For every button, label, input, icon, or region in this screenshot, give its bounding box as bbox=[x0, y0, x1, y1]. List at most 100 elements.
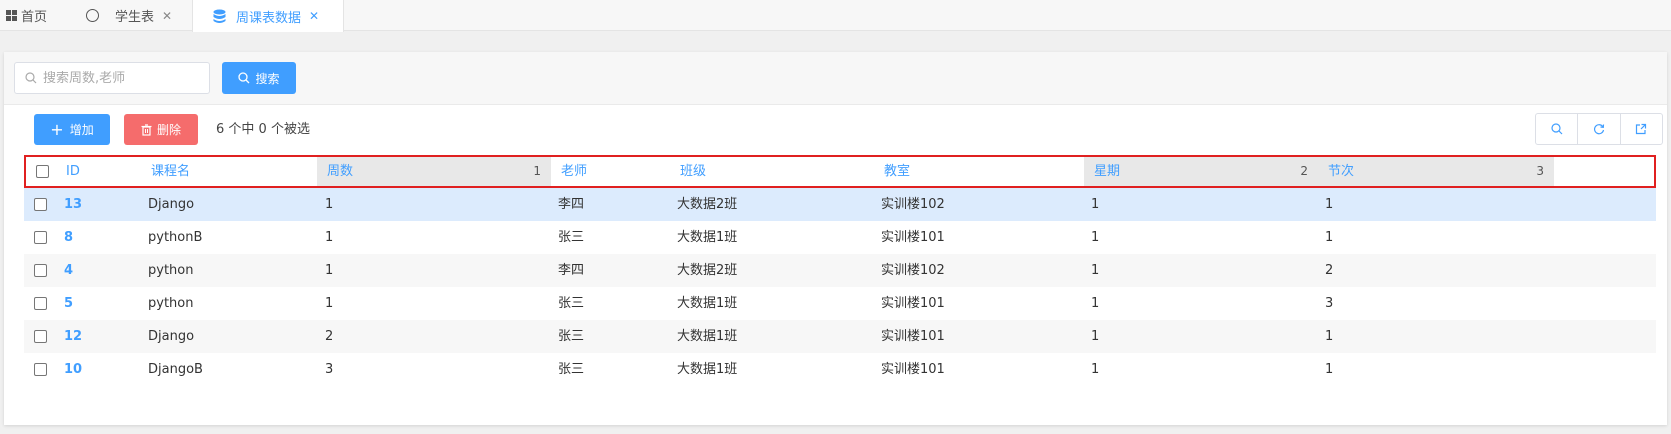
cell-id[interactable]: 4 bbox=[64, 254, 73, 287]
column-header-period[interactable]: 节次 3 bbox=[1318, 157, 1554, 186]
cell-class: 大数据2班 bbox=[677, 263, 738, 278]
search-input[interactable] bbox=[43, 70, 193, 86]
close-icon[interactable]: ✕ bbox=[162, 9, 172, 23]
filter-search-button[interactable] bbox=[1536, 114, 1579, 144]
cell-course: Django bbox=[148, 329, 195, 344]
table-body: 13 Django 1 李四 大数据2班 实训楼102 1 1 8 pythonB 1 张三 大数据1班… bbox=[24, 188, 1656, 386]
table-header: ID 课程名 周数 1 老师 班级 教室 星期 2 节次 3 bbox=[24, 155, 1656, 188]
cell-id[interactable]: 13 bbox=[64, 188, 82, 221]
cell-period: 1 bbox=[1325, 362, 1334, 377]
database-icon bbox=[213, 9, 226, 23]
search-area: 搜索 bbox=[4, 52, 1667, 105]
cell-course: DjangoB bbox=[148, 362, 203, 377]
cell-room: 实训楼101 bbox=[881, 362, 945, 377]
cell-weekday: 1 bbox=[1091, 230, 1100, 245]
grid-icon bbox=[6, 10, 17, 21]
cell-teacher: 李四 bbox=[558, 263, 585, 278]
cell-period: 1 bbox=[1325, 230, 1334, 245]
main-panel: 搜索 + 增加 删除 6 个中 0 个被选 bbox=[4, 52, 1667, 425]
table-row[interactable]: 10 DjangoB 3 张三 大数据1班 实训楼101 1 1 bbox=[24, 353, 1656, 386]
cell-weekday: 1 bbox=[1091, 197, 1100, 212]
column-header-weekday[interactable]: 星期 2 bbox=[1084, 157, 1318, 186]
cell-period: 3 bbox=[1325, 296, 1334, 311]
row-checkbox[interactable] bbox=[34, 330, 47, 343]
row-checkbox[interactable] bbox=[34, 363, 47, 376]
tab-students[interactable]: 学生表 ✕ bbox=[86, 0, 172, 31]
cell-weekday: 1 bbox=[1091, 296, 1100, 311]
add-button[interactable]: + 增加 bbox=[34, 114, 110, 145]
column-header-class[interactable]: 班级 bbox=[670, 157, 870, 186]
cell-id[interactable]: 12 bbox=[64, 320, 82, 353]
cell-period: 2 bbox=[1325, 263, 1334, 278]
cell-room: 实训楼101 bbox=[881, 230, 945, 245]
export-button[interactable] bbox=[1621, 114, 1662, 144]
tab-bar: 首页 学生表 ✕ 周课表数据 ✕ bbox=[0, 0, 1671, 32]
table-row[interactable]: 4 python 1 李四 大数据2班 实训楼102 1 2 bbox=[24, 254, 1656, 287]
cell-class: 大数据1班 bbox=[677, 230, 738, 245]
cell-course: python bbox=[148, 263, 194, 278]
tab-weekly-schedule[interactable]: 周课表数据 ✕ bbox=[192, 0, 344, 32]
refresh-icon bbox=[1593, 124, 1605, 135]
export-icon bbox=[1636, 123, 1647, 135]
search-field[interactable] bbox=[14, 62, 210, 94]
sort-order-badge: 3 bbox=[1536, 164, 1544, 178]
table-tools bbox=[1535, 113, 1663, 145]
plus-icon: + bbox=[50, 119, 64, 139]
cell-room: 实训楼102 bbox=[881, 263, 945, 278]
row-checkbox[interactable] bbox=[34, 297, 47, 310]
cell-class: 大数据1班 bbox=[677, 362, 738, 377]
trash-icon bbox=[141, 123, 152, 136]
select-all-checkbox[interactable] bbox=[36, 165, 49, 178]
cell-period: 1 bbox=[1325, 329, 1334, 344]
sort-order-badge: 2 bbox=[1300, 164, 1308, 178]
cell-weekday: 1 bbox=[1091, 329, 1100, 344]
search-button[interactable]: 搜索 bbox=[222, 62, 296, 94]
cell-teacher: 张三 bbox=[558, 329, 585, 344]
table-row[interactable]: 5 python 1 张三 大数据1班 实训楼101 1 3 bbox=[24, 287, 1656, 320]
cell-class: 大数据2班 bbox=[677, 197, 738, 212]
tab-home[interactable]: 首页 bbox=[6, 0, 47, 31]
cell-id[interactable]: 5 bbox=[64, 287, 73, 320]
search-icon bbox=[25, 72, 37, 84]
cell-room: 实训楼102 bbox=[881, 197, 945, 212]
row-checkbox[interactable] bbox=[34, 264, 47, 277]
cell-week: 1 bbox=[325, 230, 334, 245]
row-checkbox[interactable] bbox=[34, 231, 47, 244]
tab-home-label: 首页 bbox=[21, 10, 48, 25]
cell-weekday: 1 bbox=[1091, 263, 1100, 278]
cell-class: 大数据1班 bbox=[677, 329, 738, 344]
cell-class: 大数据1班 bbox=[677, 296, 738, 311]
cell-course: Django bbox=[148, 197, 195, 212]
cell-teacher: 张三 bbox=[558, 230, 585, 245]
cell-teacher: 张三 bbox=[558, 362, 585, 377]
cell-period: 1 bbox=[1325, 197, 1334, 212]
cell-teacher: 李四 bbox=[558, 197, 585, 212]
cell-id[interactable]: 10 bbox=[64, 353, 82, 386]
delete-button[interactable]: 删除 bbox=[124, 114, 198, 145]
circle-icon bbox=[86, 9, 99, 22]
tab-students-label: 学生表 bbox=[115, 10, 155, 25]
cell-week: 1 bbox=[325, 296, 334, 311]
close-icon[interactable]: ✕ bbox=[309, 9, 319, 23]
search-button-label: 搜索 bbox=[255, 71, 280, 86]
sort-order-badge: 1 bbox=[533, 164, 541, 178]
search-icon bbox=[1551, 123, 1563, 135]
cell-id[interactable]: 8 bbox=[64, 221, 73, 254]
table-row[interactable]: 13 Django 1 李四 大数据2班 实训楼102 1 1 bbox=[24, 188, 1656, 221]
cell-week: 1 bbox=[325, 263, 334, 278]
selection-count: 6 个中 0 个被选 bbox=[216, 122, 310, 137]
cell-course: python bbox=[148, 296, 194, 311]
table-row[interactable]: 8 pythonB 1 张三 大数据1班 实训楼101 1 1 bbox=[24, 221, 1656, 254]
cell-room: 实训楼101 bbox=[881, 296, 945, 311]
column-header-course[interactable]: 课程名 bbox=[141, 157, 321, 186]
table-row[interactable]: 12 Django 2 张三 大数据1班 实训楼101 1 1 bbox=[24, 320, 1656, 353]
column-header-room[interactable]: 教室 bbox=[874, 157, 1084, 186]
cell-teacher: 张三 bbox=[558, 296, 585, 311]
column-header-week[interactable]: 周数 1 bbox=[317, 157, 551, 186]
row-checkbox[interactable] bbox=[34, 198, 47, 211]
refresh-button[interactable] bbox=[1578, 114, 1621, 144]
tab-weekly-schedule-label: 周课表数据 bbox=[236, 10, 302, 26]
cell-week: 3 bbox=[325, 362, 334, 377]
column-header-teacher[interactable]: 老师 bbox=[551, 157, 671, 186]
cell-room: 实训楼101 bbox=[881, 329, 945, 344]
